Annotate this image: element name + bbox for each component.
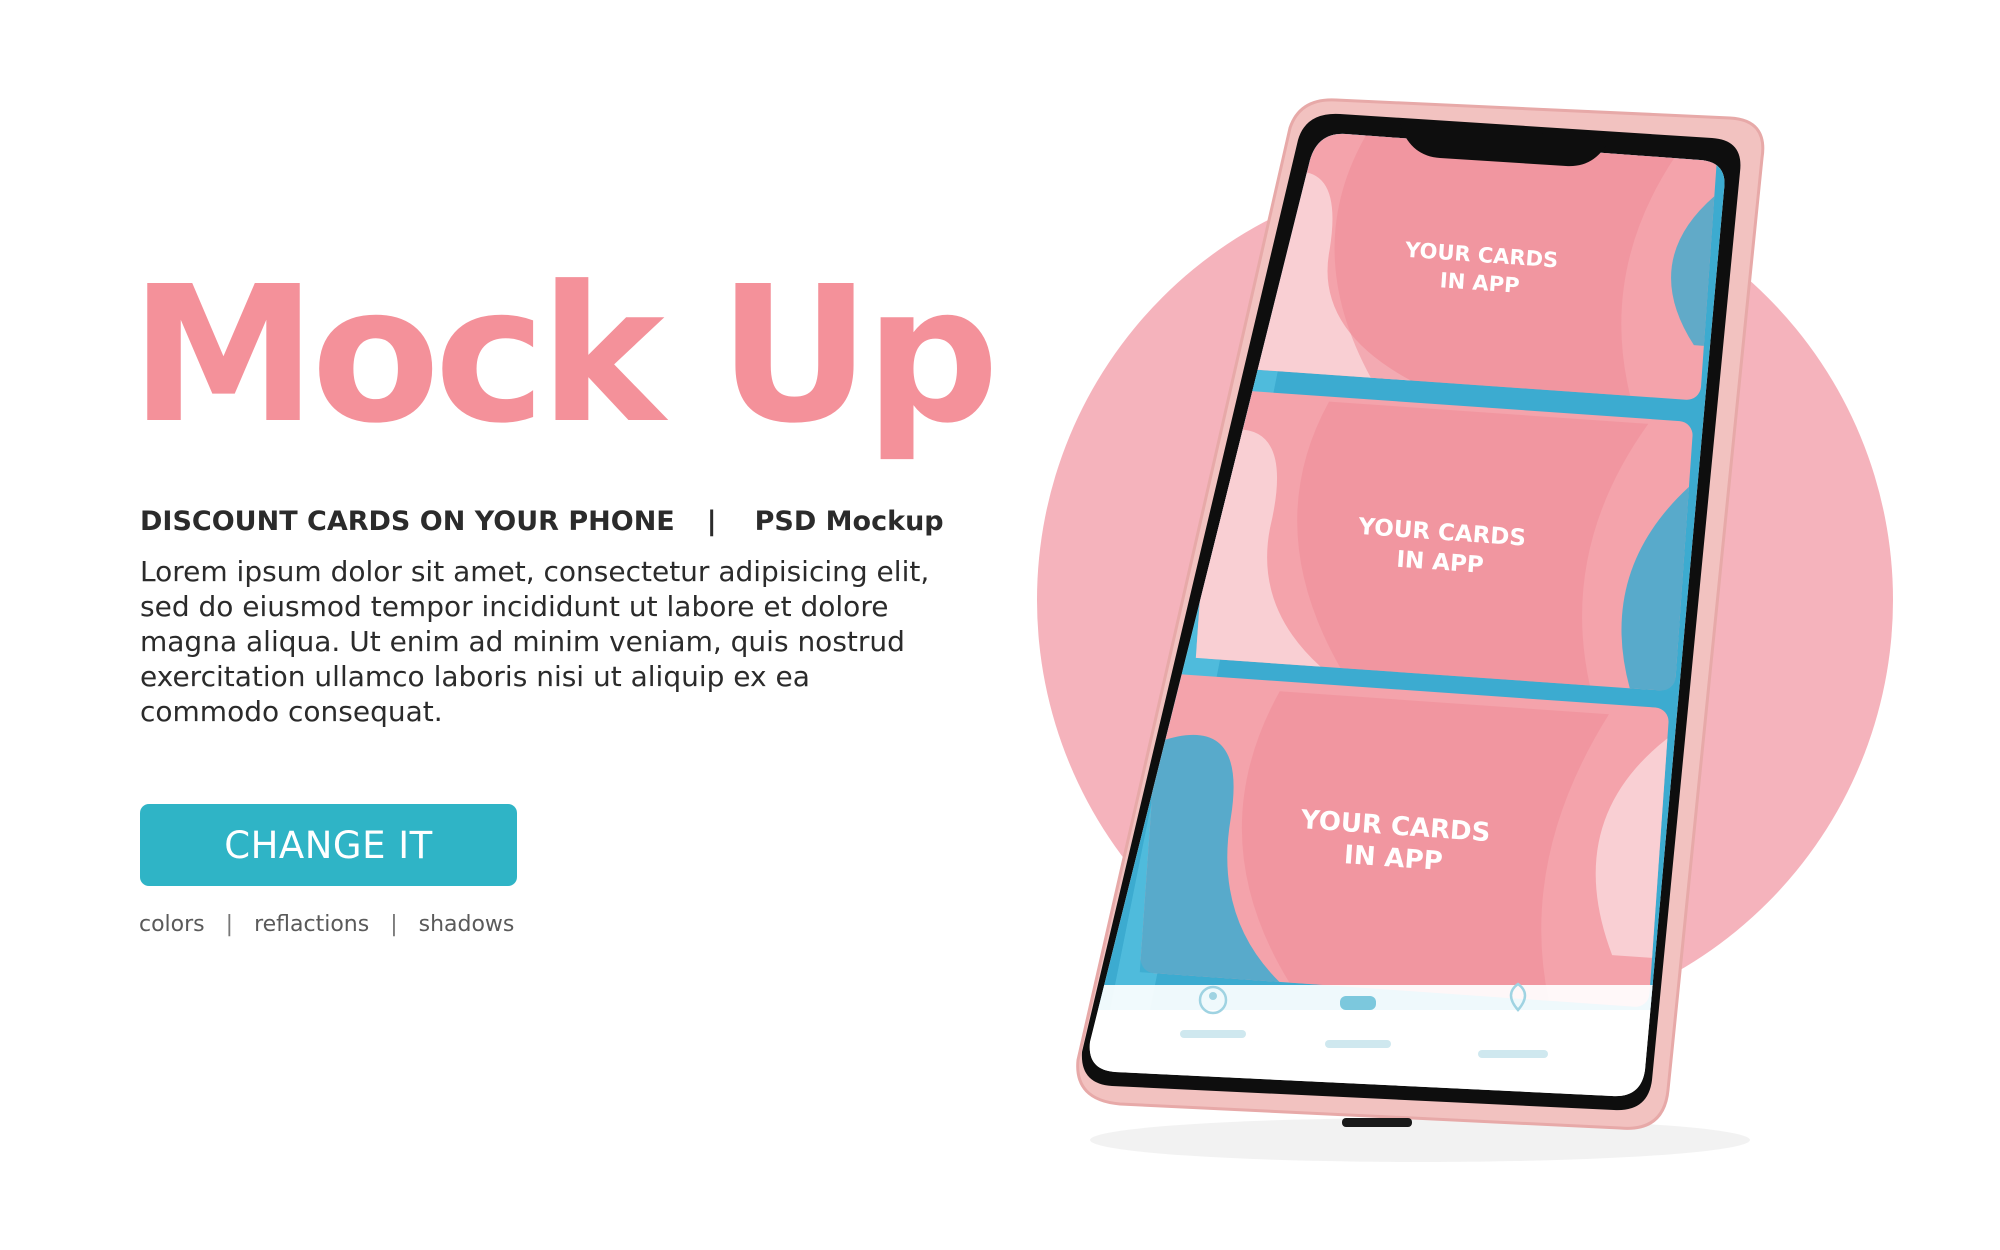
- discount-card-2[interactable]: YOUR CARDS IN APP: [1195, 389, 1694, 692]
- change-it-button[interactable]: CHANGE IT: [140, 804, 517, 886]
- charging-port: [1342, 1118, 1412, 1127]
- hero-body-text: Lorem ipsum dolor sit amet, consectetur …: [140, 555, 930, 728]
- options-links: colors | reflactions | shadows: [139, 912, 514, 937]
- subtitle-right: PSD Mockup: [754, 506, 944, 537]
- subtitle-separator: |: [706, 506, 717, 537]
- subtitle-left: DISCOUNT CARDS ON YOUR PHONE: [140, 506, 675, 537]
- link-colors[interactable]: colors: [139, 912, 205, 937]
- discount-card-3[interactable]: YOUR CARDS IN APP: [1139, 673, 1670, 1008]
- phone-shadow: [1090, 1118, 1750, 1162]
- link-separator: |: [390, 912, 398, 937]
- hero-subtitle: DISCOUNT CARDS ON YOUR PHONE | PSD Mockup: [140, 506, 944, 537]
- link-separator: |: [225, 912, 234, 937]
- hero-title: Mock Up: [130, 246, 999, 465]
- link-reflactions[interactable]: reflactions: [254, 912, 369, 937]
- link-shadows[interactable]: shadows: [419, 912, 515, 937]
- discount-card-1[interactable]: YOUR CARDS IN APP: [1241, 119, 1717, 400]
